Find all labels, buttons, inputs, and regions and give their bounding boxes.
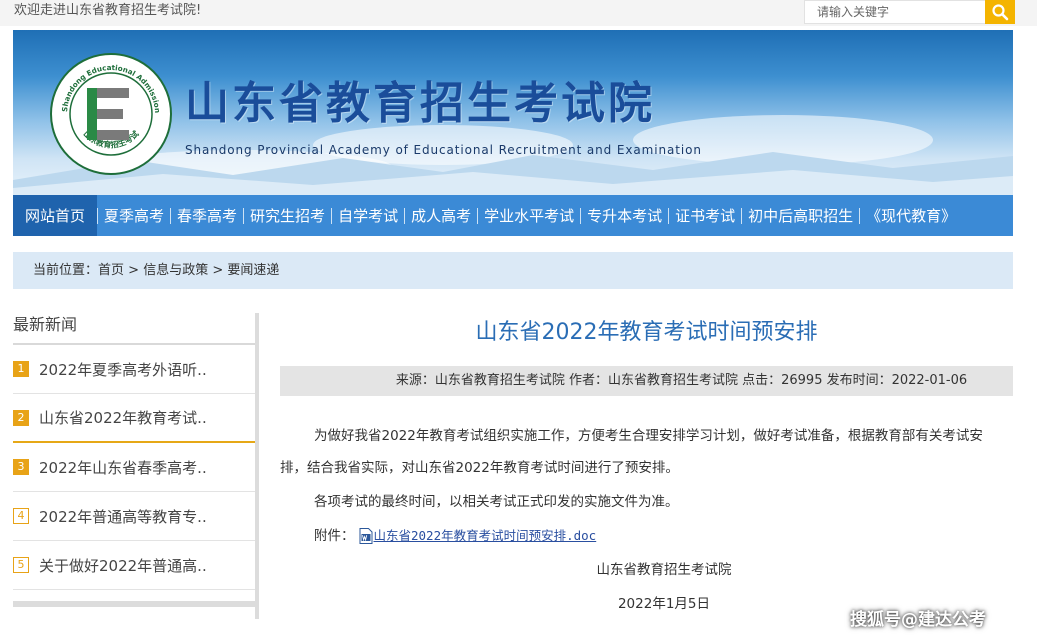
breadcrumb-separator: > bbox=[208, 263, 228, 278]
attachment-row: 附件： 山东省2022年教育考试时间预安排.doc bbox=[314, 522, 596, 550]
article-meta: 来源：山东省教育招生考试院 作者：山东省教育招生考试院 点击：26995 发布时… bbox=[280, 366, 1013, 396]
top-bar: 欢迎走进山东省教育招生考试院! bbox=[0, 0, 1037, 26]
site-subtitle: Shandong Provincial Academy of Education… bbox=[185, 143, 702, 157]
nav-academic-proficiency[interactable]: 学业水平考试 bbox=[478, 195, 580, 236]
breadcrumb-separator: > bbox=[124, 263, 144, 278]
latest-news-sidebar: 最新新闻 1 2022年夏季高考外语听.. 2 山东省2022年教育考试.. 3… bbox=[13, 313, 259, 619]
breadcrumb-prefix: 当前位置： bbox=[33, 263, 99, 278]
news-title: 2022年夏季高考外语听.. bbox=[39, 360, 207, 379]
breadcrumb-info-policy[interactable]: 信息与政策 bbox=[143, 263, 208, 278]
list-item[interactable]: 4 2022年普通高等教育专.. bbox=[13, 492, 255, 541]
search-button[interactable] bbox=[985, 0, 1015, 24]
list-item[interactable]: 1 2022年夏季高考外语听.. bbox=[13, 345, 255, 394]
nav-spring-gaokao[interactable]: 春季高考 bbox=[171, 195, 243, 236]
attachment-label: 附件： bbox=[314, 528, 355, 544]
rank-badge: 3 bbox=[13, 459, 29, 475]
news-list: 1 2022年夏季高考外语听.. 2 山东省2022年教育考试.. 3 2022… bbox=[13, 345, 255, 590]
list-item[interactable]: 5 关于做好2022年普通高.. bbox=[13, 541, 255, 590]
list-item[interactable]: 3 2022年山东省春季高考.. bbox=[13, 443, 255, 492]
news-title: 2022年山东省春季高考.. bbox=[39, 458, 207, 477]
watermark: 搜狐号@建达公考 bbox=[850, 610, 986, 630]
nav-summer-gaokao[interactable]: 夏季高考 bbox=[98, 195, 170, 236]
nav-home[interactable]: 网站首页 bbox=[13, 195, 98, 236]
rank-badge: 5 bbox=[13, 557, 29, 573]
news-title: 关于做好2022年普通高.. bbox=[39, 556, 207, 575]
breadcrumb: 当前位置：首页 > 信息与政策 > 要闻速递 bbox=[13, 252, 1013, 289]
sidebar-bottom-bar bbox=[13, 601, 255, 607]
nav-adult-gaokao[interactable]: 成人高考 bbox=[405, 195, 477, 236]
search-input[interactable] bbox=[805, 1, 983, 23]
search-icon bbox=[992, 4, 1009, 21]
main-nav: 网站首页 夏季高考 春季高考 研究生招考 自学考试 成人高考 学业水平考试 专升… bbox=[13, 195, 1013, 236]
rank-badge: 2 bbox=[13, 409, 29, 426]
nav-modern-education[interactable]: 《现代教育》 bbox=[860, 195, 962, 236]
rank-badge: 4 bbox=[13, 508, 29, 524]
article-paragraph: 各项考试的最终时间，以相关考试正式印发的实施文件为准。 bbox=[314, 494, 679, 510]
site-banner: Shandong Educational Admission & Examina… bbox=[13, 30, 1013, 195]
article-signer: 山东省教育招生考试院 bbox=[596, 562, 732, 578]
article-paragraph: 为做好我省2022年教育考试组织实施工作，方便考生合理安排学习计划，做好考试准备… bbox=[280, 428, 983, 476]
article-title: 山东省2022年教育考试时间预安排 bbox=[475, 320, 818, 345]
breadcrumb-home[interactable]: 首页 bbox=[98, 263, 124, 278]
nav-vocational-admission[interactable]: 初中后高职招生 bbox=[742, 195, 859, 236]
welcome-text: 欢迎走进山东省教育招生考试院! bbox=[14, 3, 202, 18]
site-title: 山东省教育招生考试院 bbox=[185, 78, 655, 129]
word-doc-icon bbox=[359, 528, 372, 544]
search-box bbox=[804, 0, 1015, 24]
breadcrumb-news[interactable]: 要闻速递 bbox=[227, 263, 279, 278]
news-title: 山东省2022年教育考试.. bbox=[39, 409, 207, 427]
nav-upgrade-exam[interactable]: 专升本考试 bbox=[581, 195, 668, 236]
nav-self-study-exam[interactable]: 自学考试 bbox=[332, 195, 404, 236]
rank-badge: 1 bbox=[13, 361, 29, 377]
sidebar-title: 最新新闻 bbox=[13, 313, 255, 345]
nav-graduate-exam[interactable]: 研究生招考 bbox=[244, 195, 331, 236]
list-item[interactable]: 2 山东省2022年教育考试.. bbox=[13, 394, 255, 443]
nav-certificate-exam[interactable]: 证书考试 bbox=[669, 195, 741, 236]
news-title: 2022年普通高等教育专.. bbox=[39, 507, 207, 526]
attachment-link[interactable]: 山东省2022年教育考试时间预安排.doc bbox=[374, 522, 597, 550]
academy-logo: Shandong Educational Admission & Examina… bbox=[49, 52, 172, 175]
